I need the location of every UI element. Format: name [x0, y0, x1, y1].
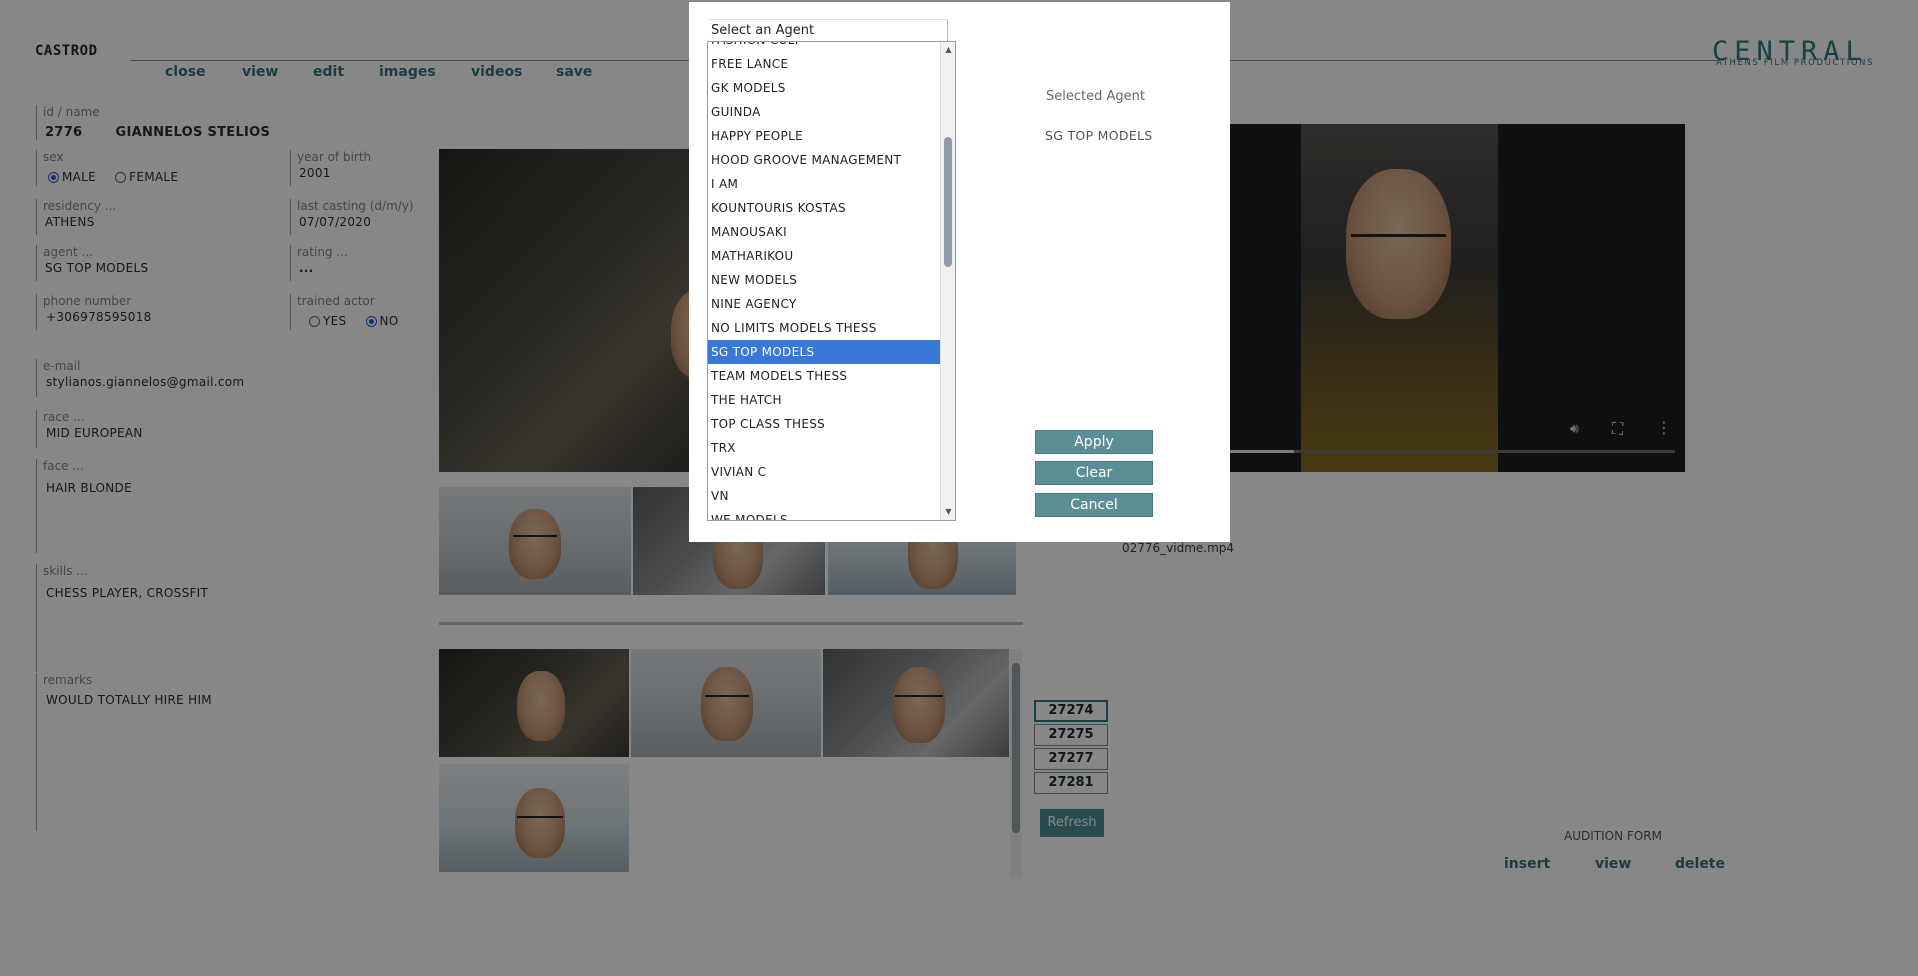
selected-agent-value: SG TOP MODELS	[1045, 128, 1153, 143]
agent-option[interactable]: THE HATCH	[708, 388, 940, 412]
agent-option[interactable]: KOUNTOURIS KOSTAS	[708, 196, 940, 220]
cancel-button[interactable]: Cancel	[1035, 493, 1153, 517]
agent-option[interactable]: HOOD GROOVE MANAGEMENT	[708, 148, 940, 172]
agent-option[interactable]: MATHARIKOU	[708, 244, 940, 268]
agent-option[interactable]: TOP CLASS THESS	[708, 412, 940, 436]
agent-option[interactable]: TRX	[708, 436, 940, 460]
agent-option[interactable]: MANOUSAKI	[708, 220, 940, 244]
agent-option[interactable]: NEW MODELS	[708, 268, 940, 292]
agent-option[interactable]: NO LIMITS MODELS THESS	[708, 316, 940, 340]
agent-option[interactable]: I AM	[708, 172, 940, 196]
scroll-down-arrow-icon[interactable]: ▼	[941, 506, 955, 518]
agent-list: FASHION CULT FREE LANCE GK MODELS GUINDA…	[708, 42, 940, 520]
agent-select-dialog: Select an Agent FASHION CULT FREE LANCE …	[689, 2, 1230, 542]
agent-option[interactable]: WE MODELS	[708, 508, 940, 520]
agent-option[interactable]: FASHION CULT	[708, 42, 940, 52]
agent-list-scrollbar[interactable]: ▲ ▼	[940, 42, 955, 520]
agent-option[interactable]: VN	[708, 484, 940, 508]
castrod-app: CASTROD close view edit images videos sa…	[0, 0, 1918, 976]
agent-option[interactable]: TEAM MODELS THESS	[708, 364, 940, 388]
agent-option[interactable]: NINE AGENCY	[708, 292, 940, 316]
agent-option-selected[interactable]: SG TOP MODELS	[708, 340, 940, 364]
agent-option[interactable]: GUINDA	[708, 100, 940, 124]
agent-option[interactable]: VIVIAN C	[708, 460, 940, 484]
agent-list-scrollbar-thumb[interactable]	[944, 137, 952, 267]
agent-option[interactable]: FREE LANCE	[708, 52, 940, 76]
scroll-up-arrow-icon[interactable]: ▲	[941, 44, 955, 56]
agent-option[interactable]: HAPPY PEOPLE	[708, 124, 940, 148]
selected-agent-label: Selected Agent	[1046, 89, 1145, 104]
clear-button[interactable]: Clear	[1035, 461, 1153, 485]
apply-button[interactable]: Apply	[1035, 430, 1153, 454]
agent-listbox[interactable]: FASHION CULT FREE LANCE GK MODELS GUINDA…	[707, 41, 956, 521]
agent-option[interactable]: GK MODELS	[708, 76, 940, 100]
agent-combo-box[interactable]: Select an Agent	[707, 19, 948, 41]
